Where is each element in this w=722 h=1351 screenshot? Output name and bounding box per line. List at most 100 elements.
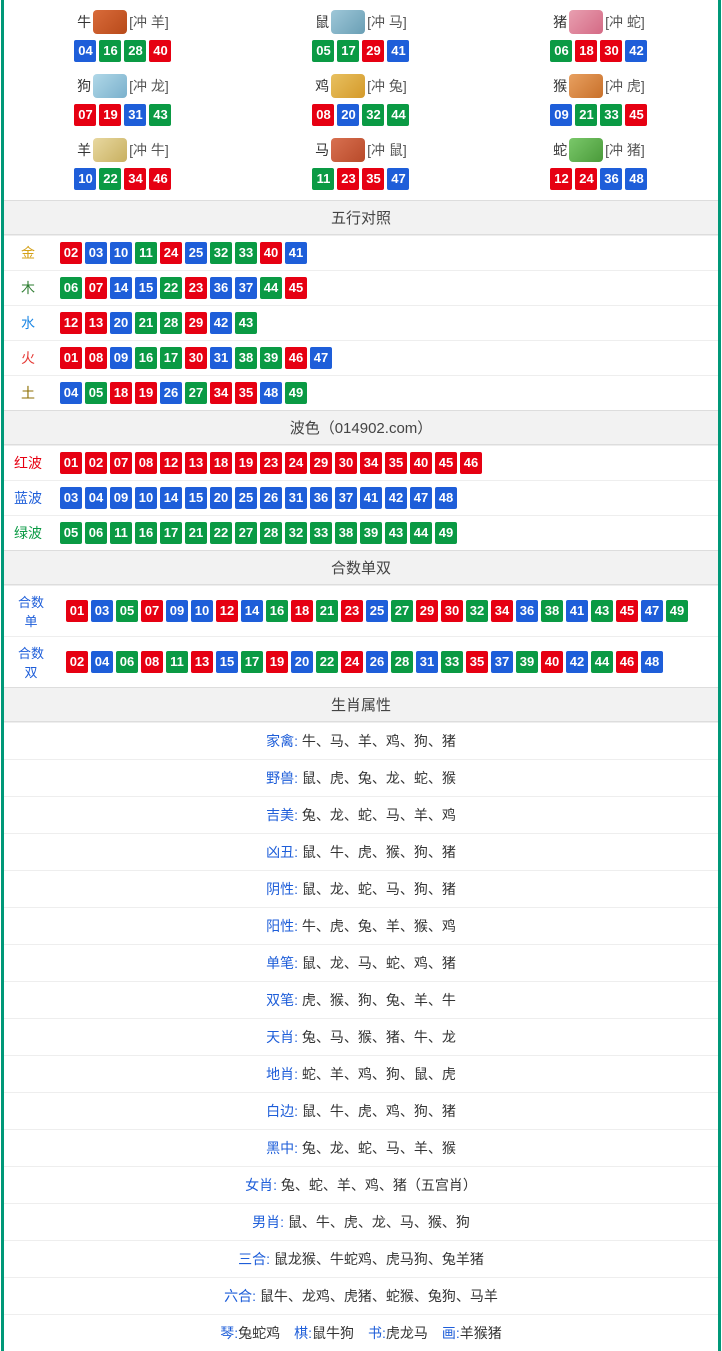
number-ball: 12 bbox=[550, 168, 572, 190]
number-ball: 15 bbox=[216, 651, 238, 673]
attr-row: 野兽: 鼠、虎、兔、龙、蛇、猴 bbox=[4, 759, 718, 796]
section-header-bose: 波色（014902.com） bbox=[4, 410, 718, 445]
number-ball: 46 bbox=[616, 651, 638, 673]
number-ball: 16 bbox=[99, 40, 121, 62]
zodiac-conflict: [冲 蛇] bbox=[605, 12, 645, 32]
row-label: 蓝波 bbox=[4, 481, 52, 516]
attr-row: 吉美: 兔、龙、蛇、马、羊、鸡 bbox=[4, 796, 718, 833]
row-balls: 1213202128294243 bbox=[52, 306, 718, 341]
number-ball: 02 bbox=[60, 242, 82, 264]
bottom-combo-row: 琴:兔蛇鸡 棋:鼠牛狗 书:虎龙马 画:羊猴猪 bbox=[4, 1314, 718, 1351]
number-ball: 46 bbox=[460, 452, 482, 474]
attr-label: 家禽: bbox=[266, 733, 302, 749]
attr-row: 白边: 鼠、牛、虎、鸡、狗、猪 bbox=[4, 1092, 718, 1129]
zodiac-icon bbox=[569, 74, 603, 98]
zodiac-name: 猪 bbox=[553, 12, 567, 32]
number-ball: 42 bbox=[385, 487, 407, 509]
number-ball: 04 bbox=[91, 651, 113, 673]
number-ball: 36 bbox=[516, 600, 538, 622]
number-ball: 32 bbox=[362, 104, 384, 126]
number-ball: 44 bbox=[387, 104, 409, 126]
zodiac-cell: 蛇[冲 猪]12243648 bbox=[480, 132, 718, 196]
number-ball: 38 bbox=[541, 600, 563, 622]
zodiac-name: 狗 bbox=[77, 76, 91, 96]
number-ball: 32 bbox=[210, 242, 232, 264]
heshu-table: 合数单0103050709101214161821232527293032343… bbox=[4, 585, 718, 687]
number-ball: 46 bbox=[149, 168, 171, 190]
table-row: 蓝波03040910141520252631363741424748 bbox=[4, 481, 718, 516]
number-ball: 03 bbox=[91, 600, 113, 622]
number-ball: 07 bbox=[74, 104, 96, 126]
row-balls: 0103050709101214161821232527293032343638… bbox=[58, 586, 718, 637]
combo-label: 棋: bbox=[294, 1325, 312, 1341]
number-ball: 20 bbox=[110, 312, 132, 334]
number-ball: 10 bbox=[135, 487, 157, 509]
attr-value: 虎、猴、狗、兔、羊、牛 bbox=[302, 992, 456, 1008]
zodiac-grid: 牛[冲 羊]04162840鼠[冲 马]05172941猪[冲 蛇]061830… bbox=[4, 0, 718, 200]
attr-row: 天肖: 兔、马、猴、猪、牛、龙 bbox=[4, 1018, 718, 1055]
row-label: 红波 bbox=[4, 446, 52, 481]
number-ball: 40 bbox=[541, 651, 563, 673]
bose-table: 红波0102070812131819232429303435404546蓝波03… bbox=[4, 445, 718, 550]
zodiac-conflict: [冲 鼠] bbox=[367, 140, 407, 160]
number-ball: 22 bbox=[316, 651, 338, 673]
row-balls: 0108091617303138394647 bbox=[52, 341, 718, 376]
ball-row: 04162840 bbox=[4, 40, 242, 62]
number-ball: 26 bbox=[260, 487, 282, 509]
number-ball: 10 bbox=[191, 600, 213, 622]
number-ball: 06 bbox=[550, 40, 572, 62]
zodiac-cell: 狗[冲 龙]07193143 bbox=[4, 68, 242, 132]
number-ball: 47 bbox=[410, 487, 432, 509]
attr-label: 六合: bbox=[224, 1288, 260, 1304]
number-ball: 10 bbox=[74, 168, 96, 190]
number-ball: 25 bbox=[366, 600, 388, 622]
attr-row: 女肖: 兔、蛇、羊、鸡、猪（五宫肖） bbox=[4, 1166, 718, 1203]
number-ball: 28 bbox=[124, 40, 146, 62]
number-ball: 22 bbox=[160, 277, 182, 299]
number-ball: 30 bbox=[600, 40, 622, 62]
ball-row: 05172941 bbox=[242, 40, 480, 62]
attr-label: 地肖: bbox=[266, 1066, 302, 1082]
number-ball: 02 bbox=[66, 651, 88, 673]
zodiac-cell: 羊[冲 牛]10223446 bbox=[4, 132, 242, 196]
number-ball: 35 bbox=[235, 382, 257, 404]
number-ball: 28 bbox=[160, 312, 182, 334]
zodiac-icon bbox=[331, 10, 365, 34]
number-ball: 44 bbox=[410, 522, 432, 544]
number-ball: 33 bbox=[600, 104, 622, 126]
number-ball: 20 bbox=[210, 487, 232, 509]
number-ball: 17 bbox=[160, 347, 182, 369]
number-ball: 40 bbox=[149, 40, 171, 62]
number-ball: 23 bbox=[185, 277, 207, 299]
number-ball: 12 bbox=[216, 600, 238, 622]
number-ball: 08 bbox=[135, 452, 157, 474]
number-ball: 21 bbox=[316, 600, 338, 622]
number-ball: 05 bbox=[60, 522, 82, 544]
number-ball: 16 bbox=[135, 347, 157, 369]
zodiac-name: 鼠 bbox=[315, 12, 329, 32]
attr-row: 阴性: 鼠、龙、蛇、马、狗、猪 bbox=[4, 870, 718, 907]
number-ball: 49 bbox=[285, 382, 307, 404]
zodiac-cell: 猴[冲 虎]09213345 bbox=[480, 68, 718, 132]
number-ball: 03 bbox=[60, 487, 82, 509]
attr-value: 鼠牛、龙鸡、虎猪、蛇猴、兔狗、马羊 bbox=[260, 1288, 498, 1304]
section-header-shengxiao: 生肖属性 bbox=[4, 687, 718, 722]
number-ball: 28 bbox=[260, 522, 282, 544]
number-ball: 09 bbox=[166, 600, 188, 622]
number-ball: 36 bbox=[310, 487, 332, 509]
number-ball: 30 bbox=[185, 347, 207, 369]
number-ball: 41 bbox=[566, 600, 588, 622]
attr-value: 牛、马、羊、鸡、狗、猪 bbox=[302, 733, 456, 749]
number-ball: 45 bbox=[285, 277, 307, 299]
number-ball: 41 bbox=[285, 242, 307, 264]
number-ball: 13 bbox=[185, 452, 207, 474]
number-ball: 18 bbox=[291, 600, 313, 622]
number-ball: 31 bbox=[416, 651, 438, 673]
attr-label: 阴性: bbox=[266, 881, 302, 897]
number-ball: 43 bbox=[385, 522, 407, 544]
attr-value: 鼠、虎、兔、龙、蛇、猴 bbox=[302, 770, 456, 786]
number-ball: 13 bbox=[85, 312, 107, 334]
number-ball: 08 bbox=[85, 347, 107, 369]
attr-label: 男肖: bbox=[252, 1214, 288, 1230]
attr-row: 单笔: 鼠、龙、马、蛇、鸡、猪 bbox=[4, 944, 718, 981]
